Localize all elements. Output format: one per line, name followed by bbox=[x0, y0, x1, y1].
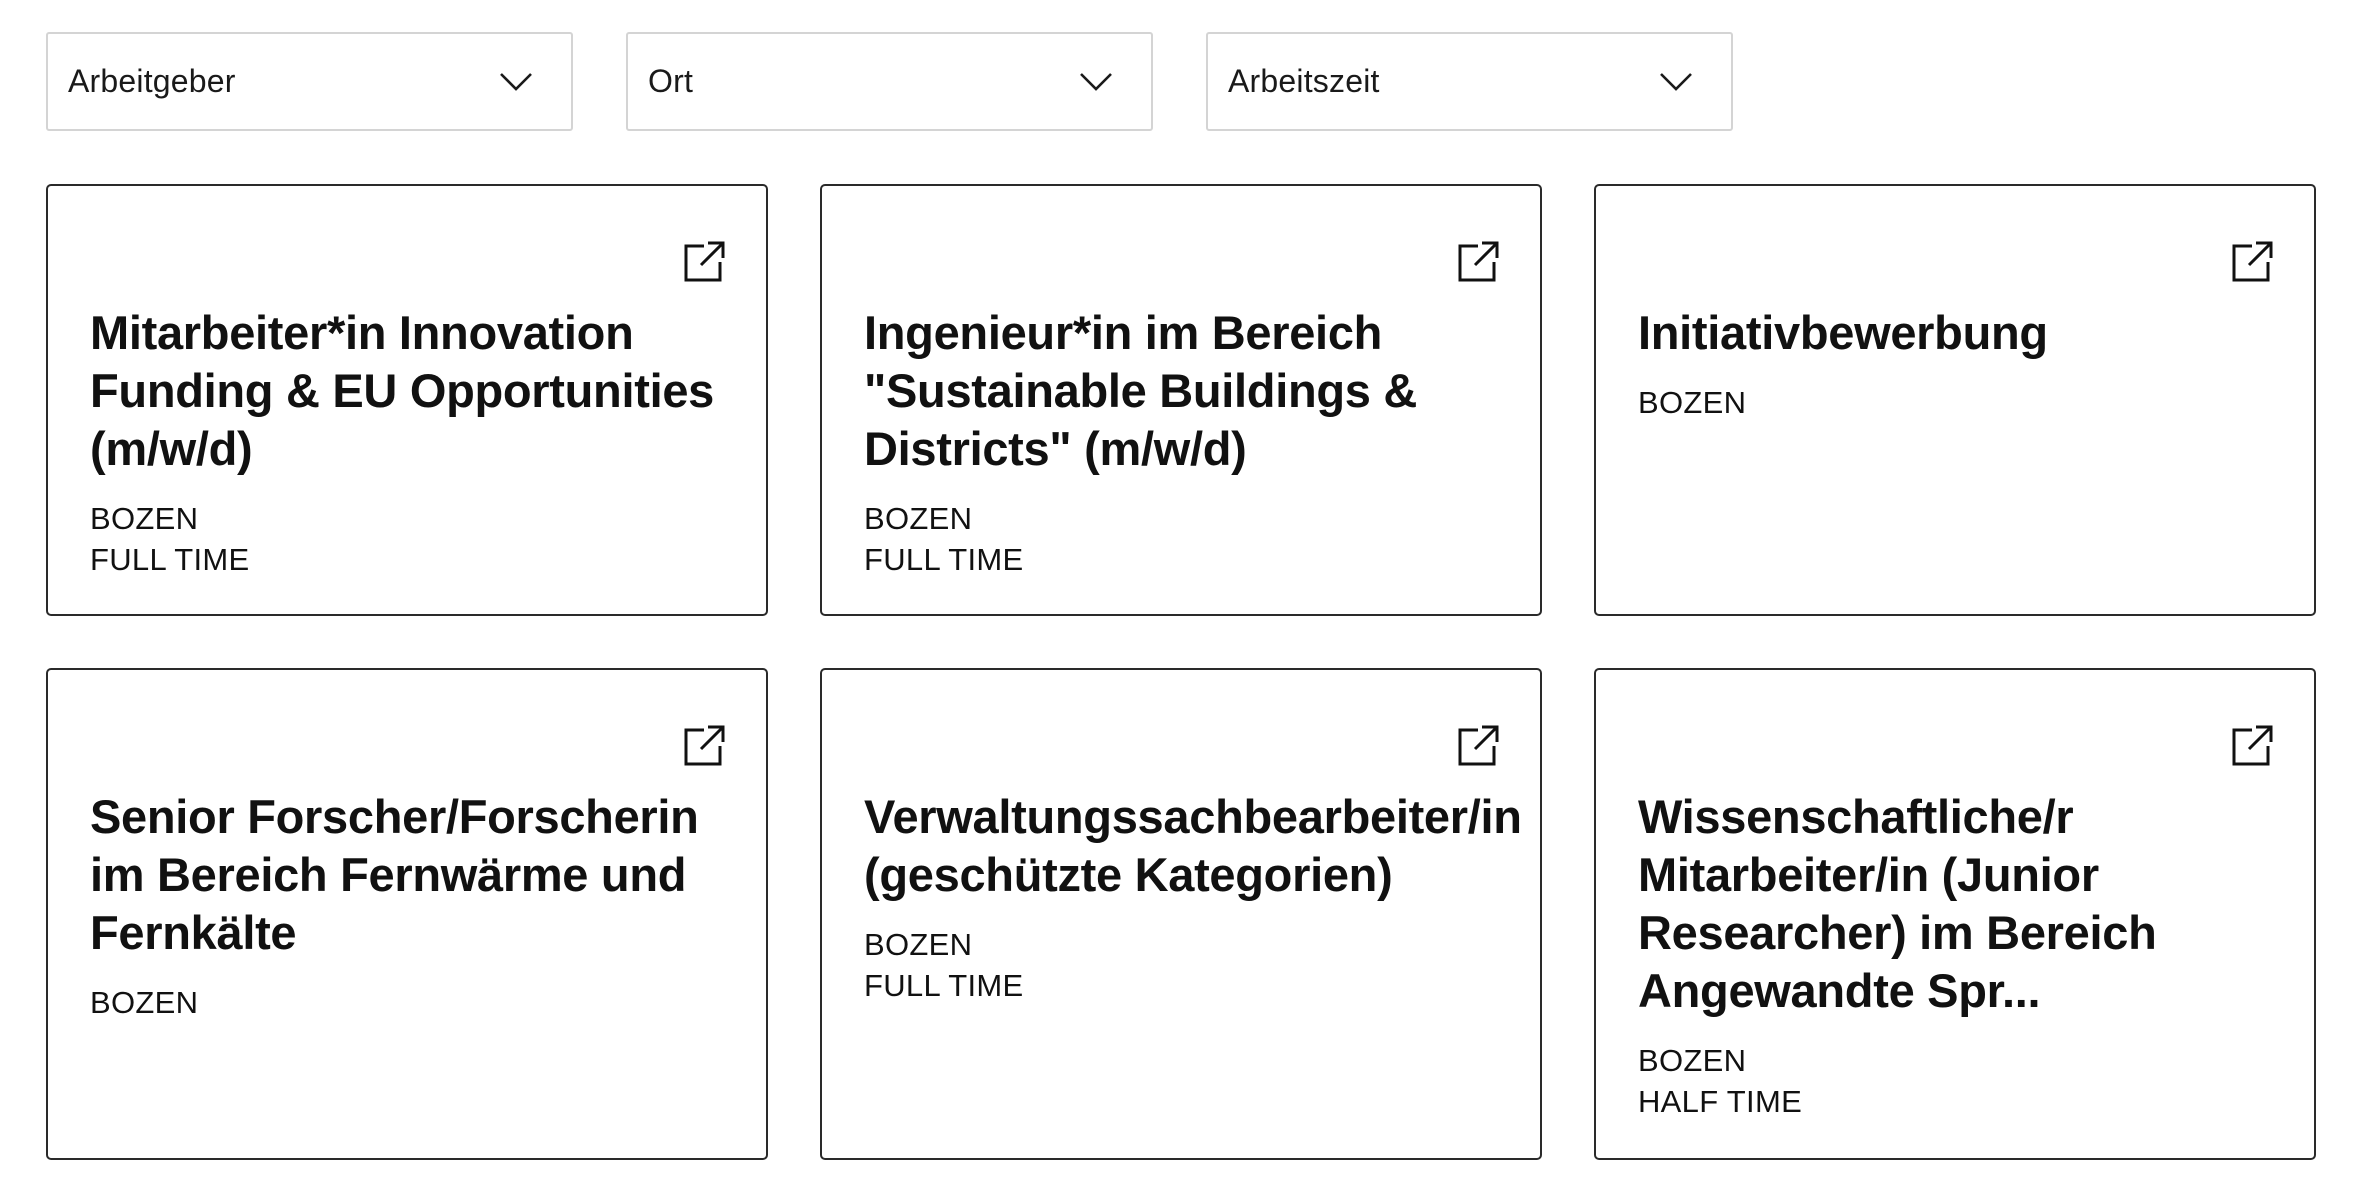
job-working-time: HALF TIME bbox=[1638, 1084, 1803, 1119]
job-meta: BOZEN FULL TIME bbox=[90, 498, 726, 580]
job-meta: BOZEN bbox=[90, 982, 726, 1023]
employer-filter-label: Arbeitgeber bbox=[68, 63, 236, 99]
job-card[interactable]: Verwaltungssachbearbeiter/in (geschützte… bbox=[820, 668, 1542, 1160]
job-location: BOZEN bbox=[90, 501, 199, 536]
job-working-time: FULL TIME bbox=[864, 542, 1024, 577]
external-link-icon[interactable] bbox=[1456, 724, 1500, 768]
external-link-icon[interactable] bbox=[682, 724, 726, 768]
job-meta: BOZEN FULL TIME bbox=[864, 924, 1500, 1006]
job-meta: BOZEN bbox=[1638, 382, 2274, 423]
job-title[interactable]: Ingenieur*in im Bereich "Sustainable Bui… bbox=[864, 304, 1500, 478]
job-working-time: FULL TIME bbox=[90, 542, 250, 577]
job-meta: BOZEN FULL TIME bbox=[864, 498, 1500, 580]
job-location: BOZEN bbox=[864, 501, 973, 536]
job-card[interactable]: Senior Forscher/Forscherin im Bereich Fe… bbox=[46, 668, 768, 1160]
job-location: BOZEN bbox=[1638, 1043, 1747, 1078]
job-listing-page: Arbeitgeber Ort Arbeitszeit Mitarbeiter*… bbox=[0, 0, 2360, 1189]
job-card[interactable]: Mitarbeiter*in Innovation Funding & EU O… bbox=[46, 184, 768, 616]
working-time-filter-label: Arbeitszeit bbox=[1228, 63, 1380, 99]
job-card[interactable]: Initiativbewerbung BOZEN bbox=[1594, 184, 2316, 616]
chevron-down-icon bbox=[1080, 72, 1112, 91]
chevron-down-icon bbox=[500, 72, 532, 91]
external-link-icon[interactable] bbox=[1456, 240, 1500, 284]
chevron-down-icon bbox=[1660, 72, 1692, 91]
external-link-icon[interactable] bbox=[682, 240, 726, 284]
working-time-filter-dropdown[interactable]: Arbeitszeit bbox=[1206, 32, 1733, 131]
job-title[interactable]: Senior Forscher/Forscherin im Bereich Fe… bbox=[90, 788, 726, 962]
employer-filter-dropdown[interactable]: Arbeitgeber bbox=[46, 32, 573, 131]
location-filter-dropdown[interactable]: Ort bbox=[626, 32, 1153, 131]
job-card[interactable]: Ingenieur*in im Bereich "Sustainable Bui… bbox=[820, 184, 1542, 616]
job-title[interactable]: Wissenschaftliche/r Mitarbeiter/in (Juni… bbox=[1638, 788, 2274, 1020]
job-card-grid: Mitarbeiter*in Innovation Funding & EU O… bbox=[46, 184, 2316, 1160]
job-title[interactable]: Mitarbeiter*in Innovation Funding & EU O… bbox=[90, 304, 726, 478]
job-working-time: FULL TIME bbox=[864, 968, 1024, 1003]
filter-bar: Arbeitgeber Ort Arbeitszeit bbox=[46, 32, 1733, 131]
job-location: BOZEN bbox=[90, 985, 199, 1020]
job-title[interactable]: Verwaltungssachbearbeiter/in (geschützte… bbox=[864, 788, 1522, 904]
job-card[interactable]: Wissenschaftliche/r Mitarbeiter/in (Juni… bbox=[1594, 668, 2316, 1160]
job-meta: BOZEN HALF TIME bbox=[1638, 1040, 2274, 1122]
external-link-icon[interactable] bbox=[2230, 240, 2274, 284]
job-location: BOZEN bbox=[1638, 385, 1747, 420]
location-filter-label: Ort bbox=[648, 63, 694, 99]
job-title[interactable]: Initiativbewerbung bbox=[1638, 304, 2274, 362]
external-link-icon[interactable] bbox=[2230, 724, 2274, 768]
job-location: BOZEN bbox=[864, 927, 973, 962]
